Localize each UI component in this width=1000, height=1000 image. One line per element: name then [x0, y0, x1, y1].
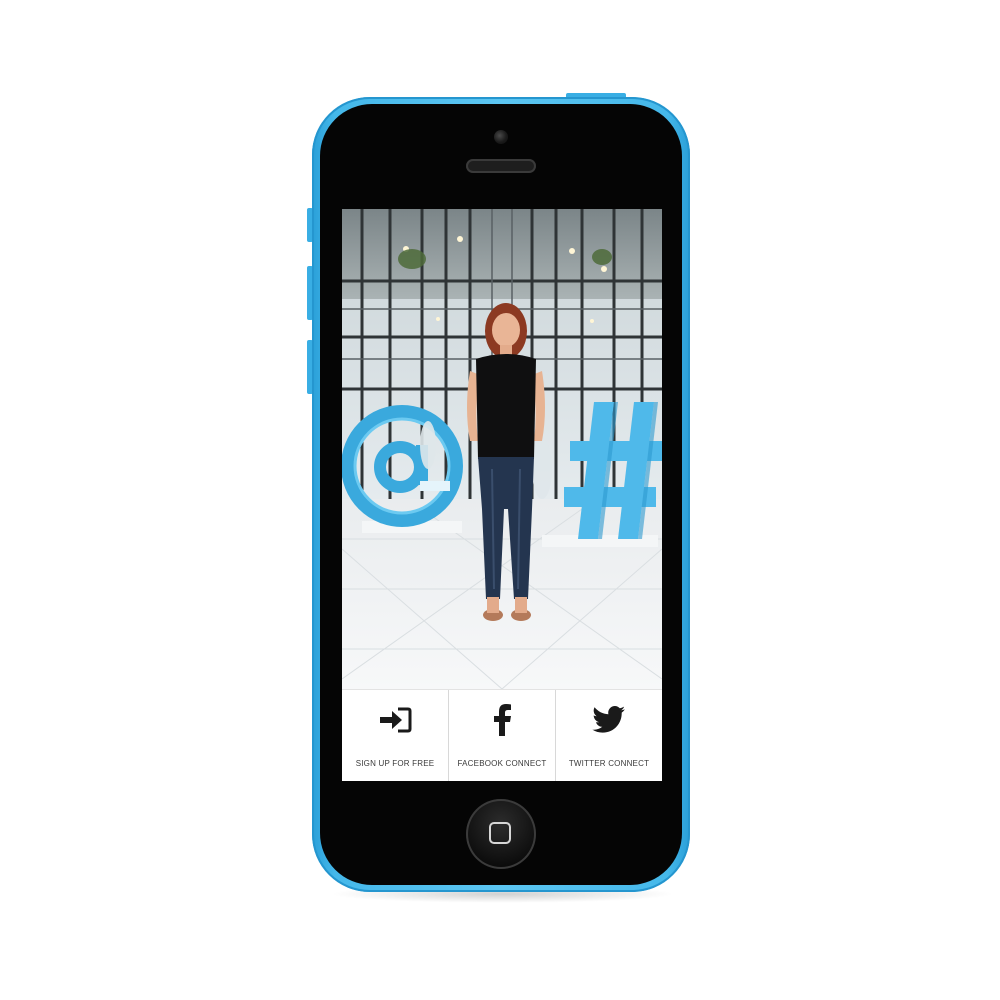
earpiece-speaker — [466, 159, 536, 173]
twitter-icon — [556, 706, 662, 734]
sign-up-button[interactable]: SIGN UP FOR FREE — [342, 690, 449, 781]
home-square-icon — [489, 822, 511, 844]
facebook-icon — [449, 704, 555, 736]
twitter-connect-button[interactable]: TWITTER CONNECT — [556, 690, 662, 781]
facebook-connect-button[interactable]: FACEBOOK CONNECT — [449, 690, 556, 781]
front-camera — [494, 130, 508, 144]
hero-illustration — [342, 209, 662, 689]
mockup-stage: SIGN UP FOR FREE FACEBOOK CONNECT TWITTE… — [0, 0, 1000, 1000]
facebook-connect-label: FACEBOOK CONNECT — [457, 759, 547, 768]
app-screen: SIGN UP FOR FREE FACEBOOK CONNECT TWITTE… — [342, 209, 662, 781]
sign-up-label: SIGN UP FOR FREE — [355, 759, 435, 768]
sign-in-icon — [342, 706, 448, 734]
hero-photo — [342, 209, 662, 689]
action-bar: SIGN UP FOR FREE FACEBOOK CONNECT TWITTE… — [342, 689, 662, 781]
twitter-connect-label: TWITTER CONNECT — [568, 759, 650, 768]
